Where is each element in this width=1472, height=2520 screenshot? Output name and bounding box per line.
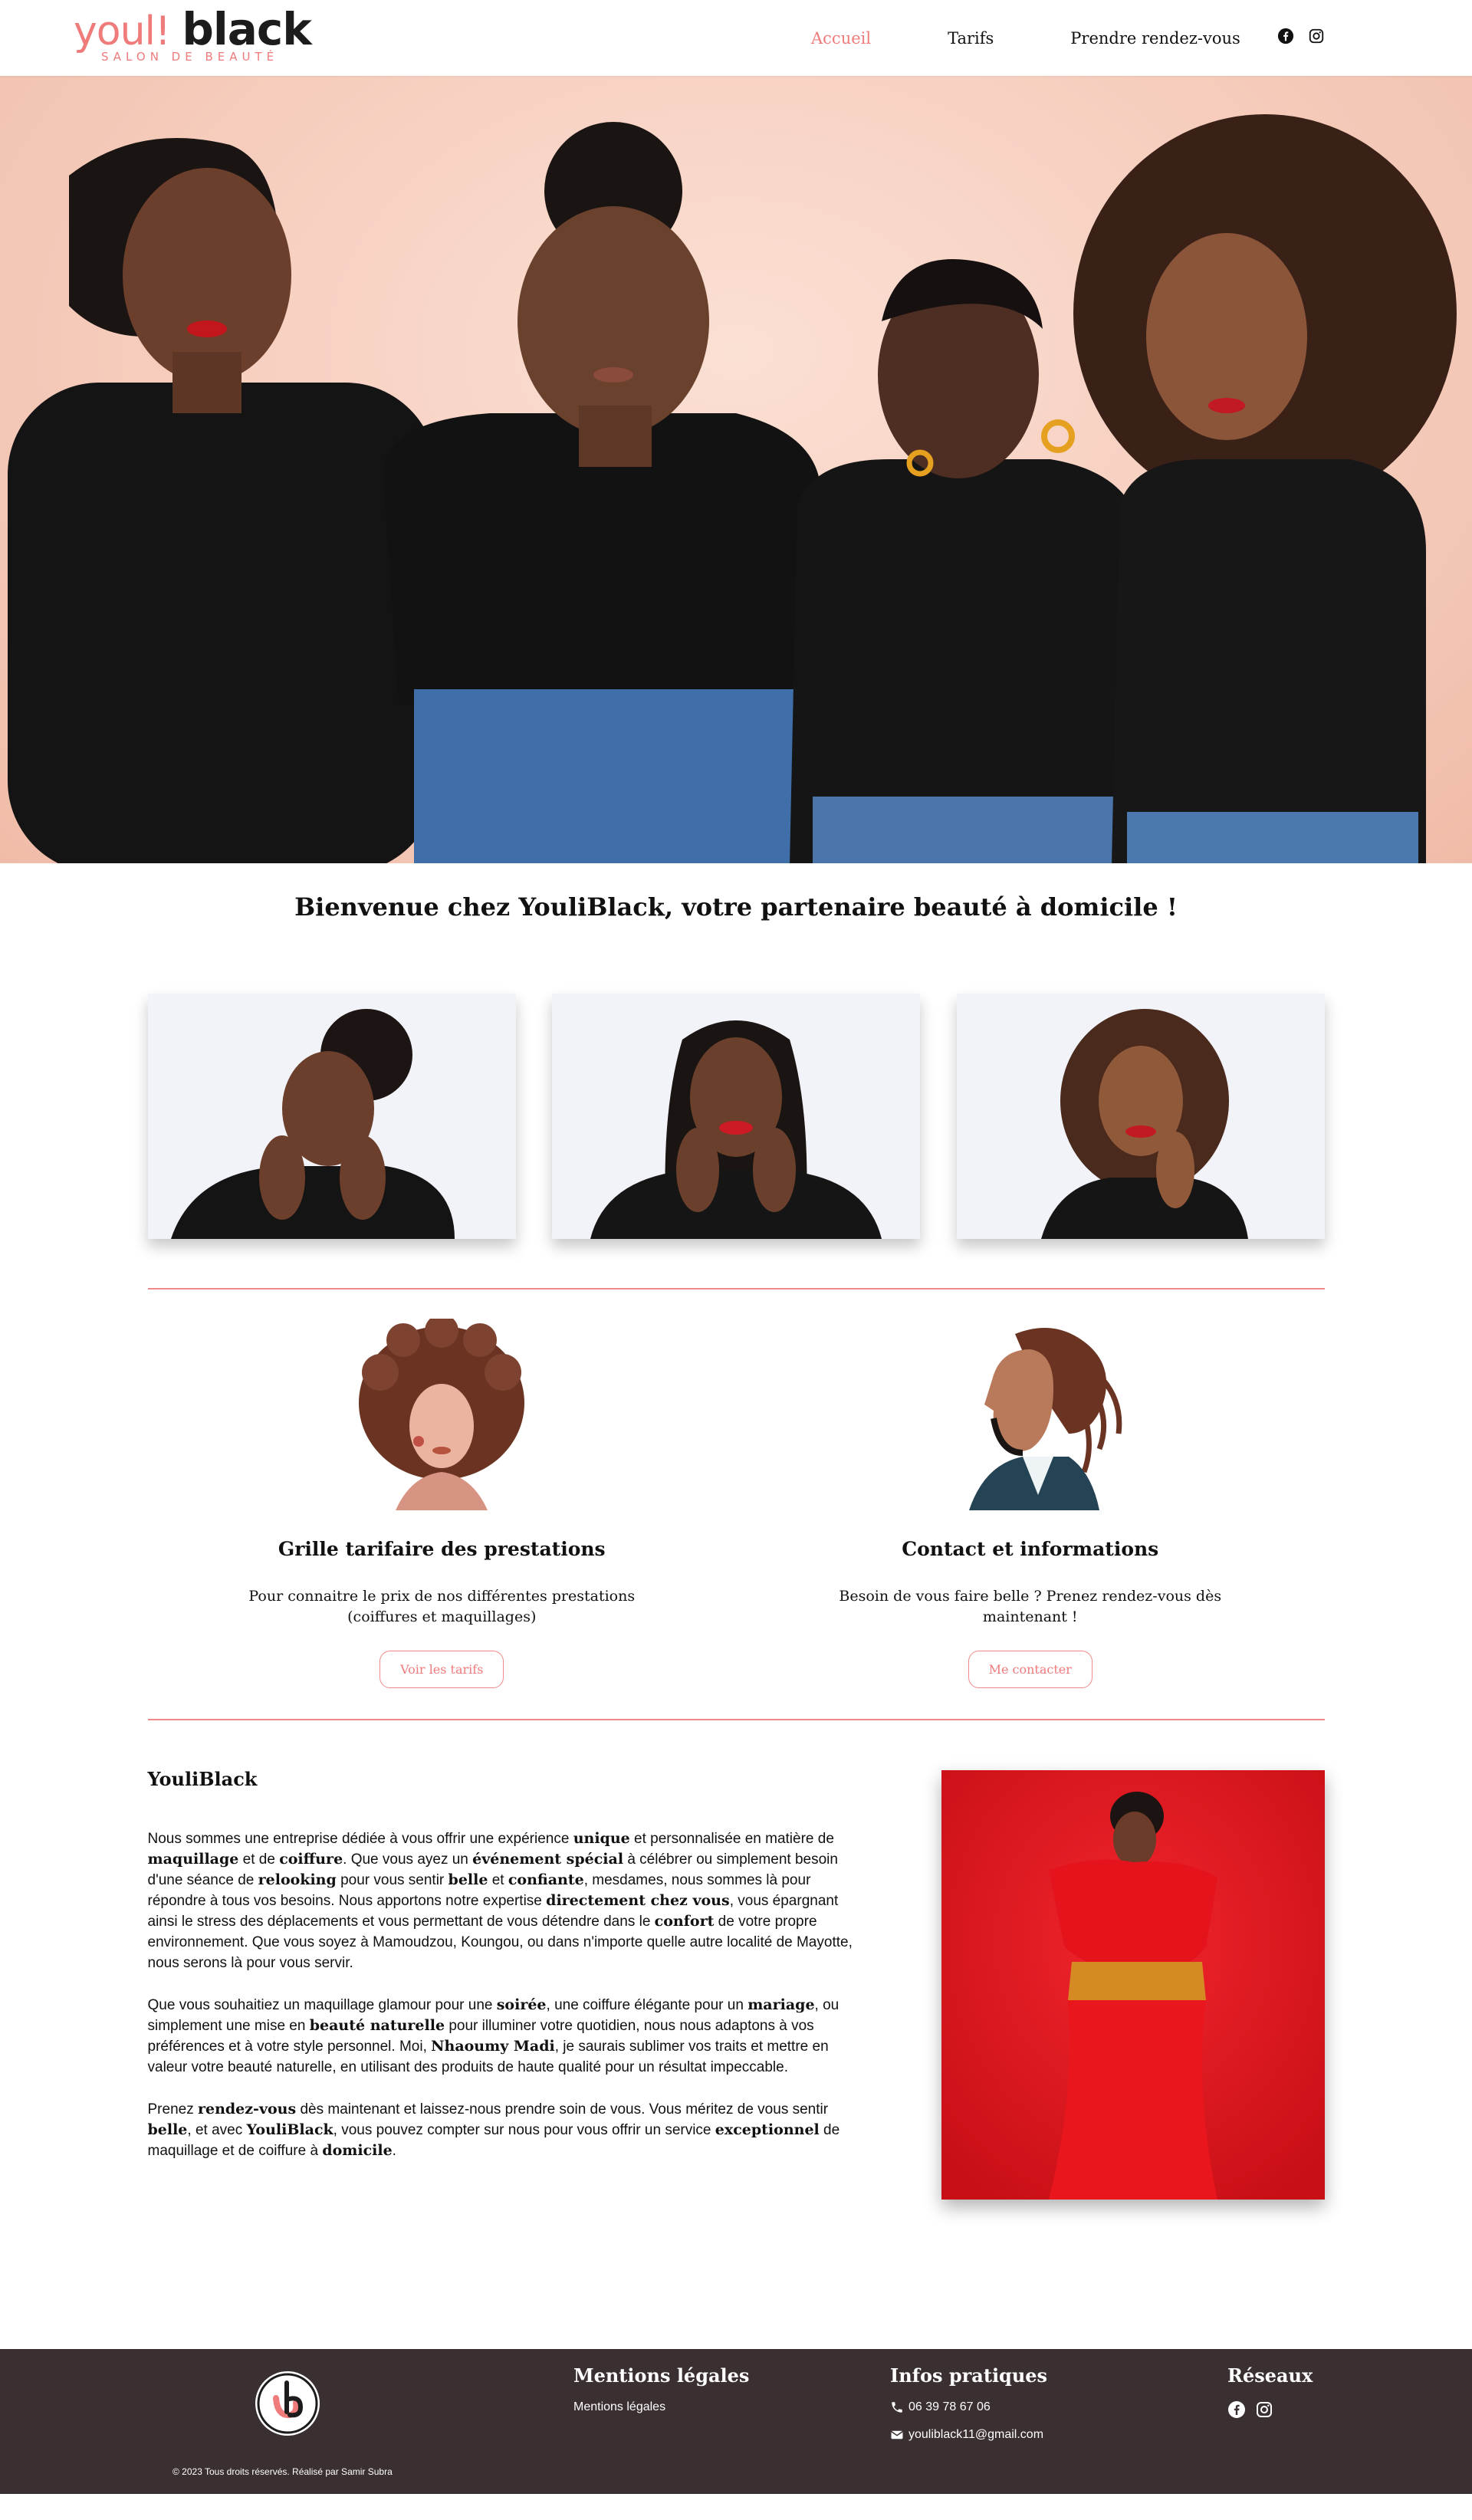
nav-item-accueil[interactable]: Accueil — [811, 29, 871, 48]
footer-phone: 06 39 78 67 06 — [909, 2400, 991, 2413]
body-text: Prenez — [147, 2101, 198, 2118]
emphasis-text: confiante — [508, 1871, 584, 1888]
footer-email-link[interactable]: youliblack11@gmail.com — [890, 2428, 1047, 2442]
emphasis-text: événement spécial — [472, 1851, 624, 1868]
body-text: . Que vous ayez un — [343, 1851, 473, 1868]
site-footer: © 2023 Tous droits réservés. Réalisé par… — [0, 2349, 1472, 2494]
facebook-icon[interactable] — [1227, 2400, 1246, 2422]
emphasis-text: soirée — [496, 1996, 547, 2013]
hero-person-2 — [383, 122, 821, 863]
pricing-card-text: Pour connaitre le prix de nos différente… — [248, 1588, 636, 1625]
hero-group-photo — [8, 114, 1457, 863]
body-text: et — [488, 1872, 508, 1888]
body-text: Nous sommes une entreprise dédiée à vous… — [147, 1831, 573, 1847]
pricing-card: Grille tarifaire des prestations Pour co… — [148, 1319, 737, 1688]
portrait-photo-2 — [552, 994, 920, 1239]
facebook-icon[interactable] — [1277, 28, 1294, 48]
legal-notice-link[interactable]: Mentions légales — [573, 2400, 749, 2414]
footer-logo[interactable] — [253, 2369, 322, 2438]
emphasis-text: maquillage — [147, 1851, 239, 1868]
nav-item-tarifs[interactable]: Tarifs — [948, 29, 994, 48]
body-text: et de — [238, 1851, 280, 1868]
body-text: . — [392, 2143, 396, 2159]
emphasis-text: exceptionnel — [715, 2121, 820, 2138]
phone-icon — [892, 2402, 902, 2413]
portrait-gallery — [147, 994, 1325, 1239]
contact-card-text: Besoin de vous faire belle ? Prenez rend… — [839, 1588, 1222, 1625]
about-photo — [941, 1770, 1325, 2200]
emphasis-text: unique — [573, 1830, 630, 1847]
logo-text-black: black — [182, 3, 311, 55]
logo-wordmark: youl! black — [74, 7, 312, 54]
emphasis-text: relooking — [258, 1871, 337, 1888]
man-dreadlocks-illustration — [968, 1328, 1122, 1510]
emphasis-text: directement chez vous — [546, 1892, 730, 1909]
about-paragraph-3: Prenez rendez-vous dès maintenant et lai… — [148, 2099, 869, 2161]
footer-social-title: Réseaux — [1227, 2364, 1313, 2387]
emphasis-text: beauté naturelle — [309, 2017, 445, 2034]
portrait-photo-1 — [147, 994, 516, 1239]
body-text: , vous pouvez compter sur nous pour vous… — [333, 2122, 715, 2138]
about-text: YouliBlack Nous sommes une entreprise dé… — [148, 1768, 869, 2183]
body-text: dès maintenant et laissez-nous prendre s… — [296, 2101, 829, 2118]
footer-social-column: Réseaux — [1227, 2364, 1313, 2422]
footer-social-links — [1227, 2400, 1313, 2422]
about-title: YouliBlack — [147, 1768, 258, 1790]
hero-person-4 — [1073, 114, 1457, 863]
emphasis-text: Nhaoumy Madi — [431, 2038, 555, 2055]
nav-item-rendez-vous[interactable]: Prendre rendez-vous — [1070, 29, 1240, 48]
envelope-icon — [891, 2430, 903, 2440]
pricing-card-title: Grille tarifaire des prestations — [278, 1538, 606, 1560]
hero-banner — [0, 76, 1472, 863]
contact-card-title: Contact et informations — [902, 1538, 1159, 1560]
emphasis-text: belle — [147, 2121, 188, 2138]
footer-phone-link[interactable]: 06 39 78 67 06 — [890, 2400, 1047, 2414]
contact-card: Contact et informations Besoin de vous f… — [736, 1319, 1325, 1688]
portrait-photo-3 — [956, 994, 1325, 1239]
logo[interactable]: youl! black SALON DE BEAUTÉ — [74, 7, 312, 67]
woman-afro-illustration — [359, 1319, 525, 1510]
footer-info-title: Infos pratiques — [890, 2364, 1048, 2387]
emphasis-text: domicile — [322, 2142, 393, 2159]
header-social-links — [1277, 28, 1325, 48]
instagram-icon[interactable] — [1255, 2400, 1273, 2422]
footer-legal-title: Mentions légales — [573, 2364, 750, 2387]
main-nav: Accueil Tarifs Prendre rendez-vous — [811, 0, 1317, 76]
body-text: , une coiffure élégante pour un — [546, 1997, 748, 2013]
emphasis-text: confort — [654, 1913, 715, 1930]
pricing-button[interactable]: Voir les tarifs — [380, 1651, 504, 1688]
contact-button[interactable]: Me contacter — [968, 1651, 1092, 1688]
info-cards: Grille tarifaire des prestations Pour co… — [148, 1290, 1325, 1688]
emphasis-text: belle — [448, 1871, 488, 1888]
welcome-title: Bienvenue chez YouliBlack, votre partena… — [294, 892, 1178, 922]
about-section: YouliBlack Nous sommes une entreprise dé… — [148, 1720, 1325, 2349]
emphasis-text: mariage — [748, 1996, 815, 2013]
body-text: Que vous souhaitiez un maquillage glamou… — [147, 1997, 497, 2013]
emphasis-text: coiffure — [279, 1851, 343, 1868]
footer-legal-column: Mentions légales Mentions légales — [573, 2364, 749, 2428]
logo-text-youli: youl! — [74, 8, 171, 54]
about-paragraph-2: Que vous souhaitiez un maquillage glamou… — [148, 1995, 869, 2078]
body-text: , et avec — [187, 2122, 247, 2138]
instagram-icon[interactable] — [1308, 28, 1325, 48]
footer-info-column: Infos pratiques 06 39 78 67 06 youliblac… — [890, 2364, 1047, 2456]
about-paragraph-1: Nous sommes une entreprise dédiée à vous… — [148, 1828, 869, 1973]
body-text: et personnalisée en matière de — [629, 1831, 834, 1847]
hero-person-1 — [8, 138, 437, 863]
body-text: pour vous sentir — [336, 1872, 449, 1888]
copyright-text: © 2023 Tous droits réservés. Réalisé par… — [172, 2466, 393, 2477]
logo-subtitle: SALON DE BEAUTÉ — [101, 50, 279, 64]
emphasis-text: YouliBlack — [246, 2121, 334, 2138]
emphasis-text: rendez-vous — [197, 2101, 297, 2118]
site-header: youl! black SALON DE BEAUTÉ Accueil Tari… — [0, 0, 1472, 76]
footer-email: youliblack11@gmail.com — [909, 2428, 1044, 2441]
